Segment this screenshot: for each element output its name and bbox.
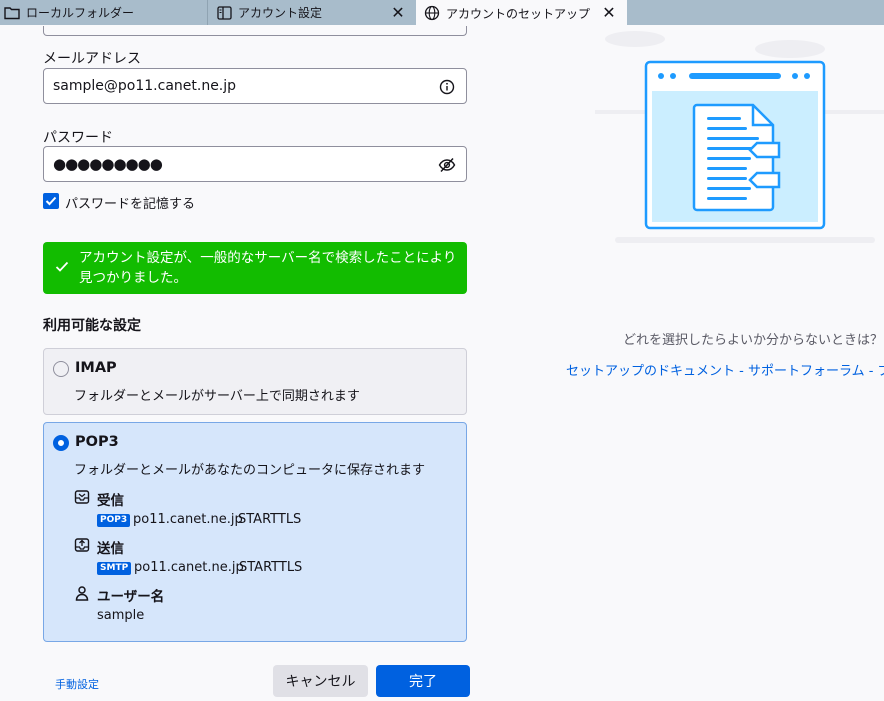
tab-account-setup[interactable]: アカウントのセットアップ ✕ (416, 0, 627, 26)
setup-illustration (595, 31, 884, 243)
tab-local-folders[interactable]: ローカルフォルダー (0, 0, 207, 25)
outgoing-security: STARTTLS (239, 560, 303, 575)
pop3-radio[interactable] (53, 435, 69, 451)
close-icon[interactable]: ✕ (390, 3, 406, 22)
imap-radio[interactable] (53, 361, 69, 377)
tab-label: アカウントのセットアップ (446, 6, 591, 21)
remember-password-checkbox[interactable] (43, 193, 59, 209)
remember-password-label[interactable]: パスワードを記憶する (65, 193, 195, 212)
scrolled-field-edge (43, 26, 467, 36)
book-icon (216, 5, 232, 21)
success-message: アカウント設定が、一般的なサーバー名で検索したことにより見つかりました。 (79, 250, 457, 286)
incoming-protocol-badge: POP3 (97, 514, 131, 527)
email-label: メールアドレス (43, 51, 141, 67)
pop3-title: POP3 (75, 434, 119, 450)
manual-config-link[interactable]: 手動設定 (55, 676, 99, 692)
tab-label: アカウント設定 (238, 6, 323, 20)
tab-bar: ローカルフォルダー アカウント設定 ✕ アカウントのセットアップ ✕ (0, 0, 884, 26)
outgoing-title: 送信 (97, 541, 124, 557)
done-button[interactable]: 完了 (376, 665, 470, 697)
incoming-host: po11.canet.ne.jp (133, 512, 243, 527)
globe-icon (424, 5, 440, 21)
username-value: sample (97, 608, 145, 623)
tab-account-settings[interactable]: アカウント設定 ✕ (207, 0, 416, 25)
username-title: ユーザー名 (97, 589, 165, 605)
inbox-icon (74, 489, 90, 505)
help-links[interactable]: セットアップのドキュメント - サポートフォーラム - プライバシーポリシー (566, 360, 884, 379)
folder-icon (4, 5, 20, 21)
info-icon[interactable] (438, 78, 456, 96)
email-value: sample@po11.canet.ne.jp (53, 78, 237, 94)
password-label: パスワード (43, 130, 113, 146)
imap-title: IMAP (75, 360, 117, 376)
outbox-icon (74, 537, 90, 553)
incoming-title: 受信 (97, 493, 124, 509)
password-field[interactable]: ●●●●●●●●● (43, 146, 467, 182)
cancel-button[interactable]: キャンセル (273, 665, 368, 697)
incoming-security: STARTTLS (238, 512, 302, 527)
outgoing-host: po11.canet.ne.jp (134, 560, 244, 575)
email-field[interactable]: sample@po11.canet.ne.jp (43, 68, 467, 104)
imap-description: フォルダーとメールがサーバー上で同期されます (74, 389, 360, 404)
pop3-description: フォルダーとメールがあなたのコンピュータに保存されます (74, 463, 426, 478)
checkmark-icon (45, 196, 57, 206)
help-question: どれを選択したらよいか分からないときは？ (623, 333, 884, 348)
imap-option-card[interactable]: IMAP フォルダーとメールがサーバー上で同期されます (43, 348, 467, 415)
tab-label: ローカルフォルダー (26, 6, 135, 20)
available-settings-title: 利用可能な設定 (43, 318, 141, 334)
eye-slash-icon[interactable] (438, 156, 456, 174)
pop3-option-card[interactable]: POP3 フォルダーとメールがあなたのコンピュータに保存されます 受信 POP3… (43, 422, 467, 642)
person-icon (74, 585, 90, 601)
success-notification: アカウント設定が、一般的なサーバー名で検索したことにより見つかりました。 (43, 242, 467, 294)
check-icon (55, 259, 69, 279)
outgoing-protocol-badge: SMTP (97, 562, 132, 575)
password-value: ●●●●●●●●● (53, 155, 163, 173)
close-icon[interactable]: ✕ (601, 3, 617, 22)
